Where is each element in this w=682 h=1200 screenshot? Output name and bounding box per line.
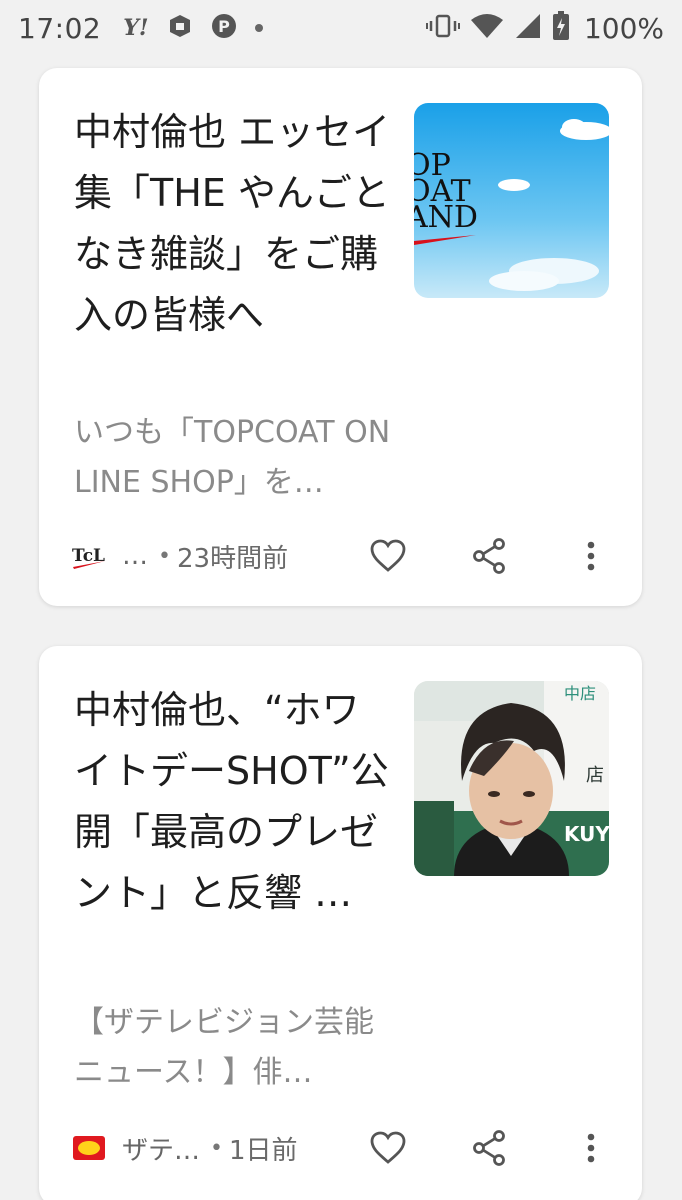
card-time: 23時間前 — [176, 543, 289, 574]
card-headline[interactable]: 中村倫也、“ホワイトデーSHOT”公開「最高のプレゼント」と反響 … — [74, 680, 394, 924]
signal-icon — [514, 12, 542, 44]
news-card[interactable]: 中村倫也 エッセイ集「THE やんごとなき雑談」をご購入の皆様へ OP OAT … — [39, 68, 642, 606]
like-button[interactable] — [366, 1126, 410, 1170]
vibrate-icon — [425, 13, 460, 43]
more-vert-icon — [587, 541, 595, 571]
card-time: 1日前 — [229, 1135, 298, 1166]
card-headline[interactable]: 中村倫也 エッセイ集「THE やんごとなき雑談」をご購入の皆様へ — [74, 102, 394, 346]
card-thumbnail[interactable]: 中店 店 KUY — [414, 681, 609, 876]
meta-separator: • — [210, 1135, 223, 1161]
source-logo-icon: TcL — [72, 541, 106, 571]
card-meta: ザテ… • 1日前 — [72, 1128, 298, 1168]
yahoo-icon: Y! — [123, 15, 149, 41]
battery-percent: 100% — [583, 11, 664, 45]
status-bar: 17:02 Y! P 100% — [0, 0, 682, 56]
wifi-icon — [470, 12, 504, 44]
more-vert-icon — [587, 1133, 595, 1163]
source-name: ザテ… — [122, 1135, 201, 1166]
share-icon — [473, 538, 505, 574]
card-thumbnail[interactable]: OP OAT AND — [414, 103, 609, 298]
svg-text:P: P — [218, 17, 230, 36]
heart-icon — [370, 1131, 406, 1164]
svg-text:KUY: KUY — [564, 822, 609, 846]
status-time: 17:02 — [18, 11, 102, 45]
card-snippet: 【ザテレビジョン芸能ニュース！】俳… — [74, 1005, 374, 1090]
notification-icons: Y! P — [123, 13, 263, 43]
source-name: … — [122, 541, 148, 571]
news-card[interactable]: 中村倫也、“ホワイトデーSHOT”公開「最高のプレゼント」と反響 … 中店 店 … — [39, 646, 642, 1200]
share-icon — [473, 1130, 505, 1166]
pinterest-icon: P — [211, 13, 237, 43]
system-icons: 100% — [425, 11, 664, 45]
svg-text:TcL: TcL — [72, 546, 105, 566]
svg-text:店: 店 — [586, 765, 604, 786]
battery-icon — [552, 11, 570, 45]
share-button[interactable] — [467, 1126, 511, 1170]
dot-icon — [254, 24, 263, 32]
tiktok-box-icon — [167, 13, 193, 43]
more-options-button[interactable] — [569, 1126, 613, 1170]
meta-separator: • — [158, 543, 171, 569]
more-options-button[interactable] — [569, 534, 613, 578]
svg-text:AND: AND — [414, 200, 478, 235]
heart-icon — [370, 539, 406, 572]
card-meta: TcL … • 23時間前 — [72, 536, 288, 576]
svg-text:中店: 中店 — [564, 684, 596, 703]
card-snippet: いつも「TOPCOAT ONLINE SHOP」を… — [74, 415, 391, 500]
share-button[interactable] — [467, 534, 511, 578]
like-button[interactable] — [366, 534, 410, 578]
source-logo-icon — [72, 1133, 106, 1163]
